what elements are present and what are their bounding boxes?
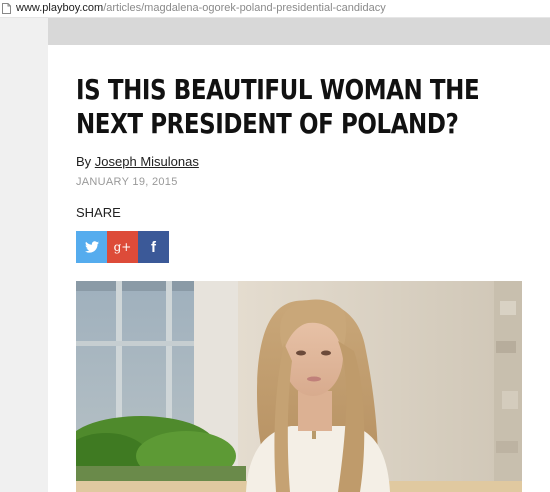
publish-date: JANUARY 19, 2015 <box>76 176 178 188</box>
twitter-share-button[interactable] <box>76 231 107 263</box>
url-text[interactable]: www.playboy.com/articles/magdalena-ogore… <box>16 0 386 17</box>
byline-prefix: By <box>76 154 92 169</box>
url-path: /articles/magdalena-ogorek-poland-presid… <box>103 2 386 14</box>
article-headline: IS THIS BEAUTIFUL WOMAN THE NEXT PRESIDE… <box>76 73 480 141</box>
facebook-icon: f <box>151 238 156 256</box>
left-gutter <box>0 18 48 492</box>
google-plus-icon: g+ <box>113 240 132 254</box>
byline: By Joseph Misulonas <box>76 154 199 169</box>
hero-image <box>76 281 522 492</box>
headline-line-2: NEXT PRESIDENT OF POLAND? <box>76 107 459 140</box>
twitter-icon <box>84 241 99 253</box>
share-buttons: g+ f <box>76 231 169 263</box>
url-host: www.playboy.com <box>16 2 104 14</box>
site-header-bar <box>48 18 550 45</box>
headline-line-1: IS THIS BEAUTIFUL WOMAN THE <box>76 73 480 106</box>
facebook-share-button[interactable]: f <box>138 231 169 263</box>
woman-portrait <box>76 281 522 492</box>
author-link[interactable]: Joseph Misulonas <box>95 154 199 169</box>
share-label: SHARE <box>76 205 121 220</box>
google-plus-share-button[interactable]: g+ <box>107 231 138 263</box>
page-icon <box>2 3 11 14</box>
address-bar[interactable]: www.playboy.com/articles/magdalena-ogore… <box>0 0 550 18</box>
